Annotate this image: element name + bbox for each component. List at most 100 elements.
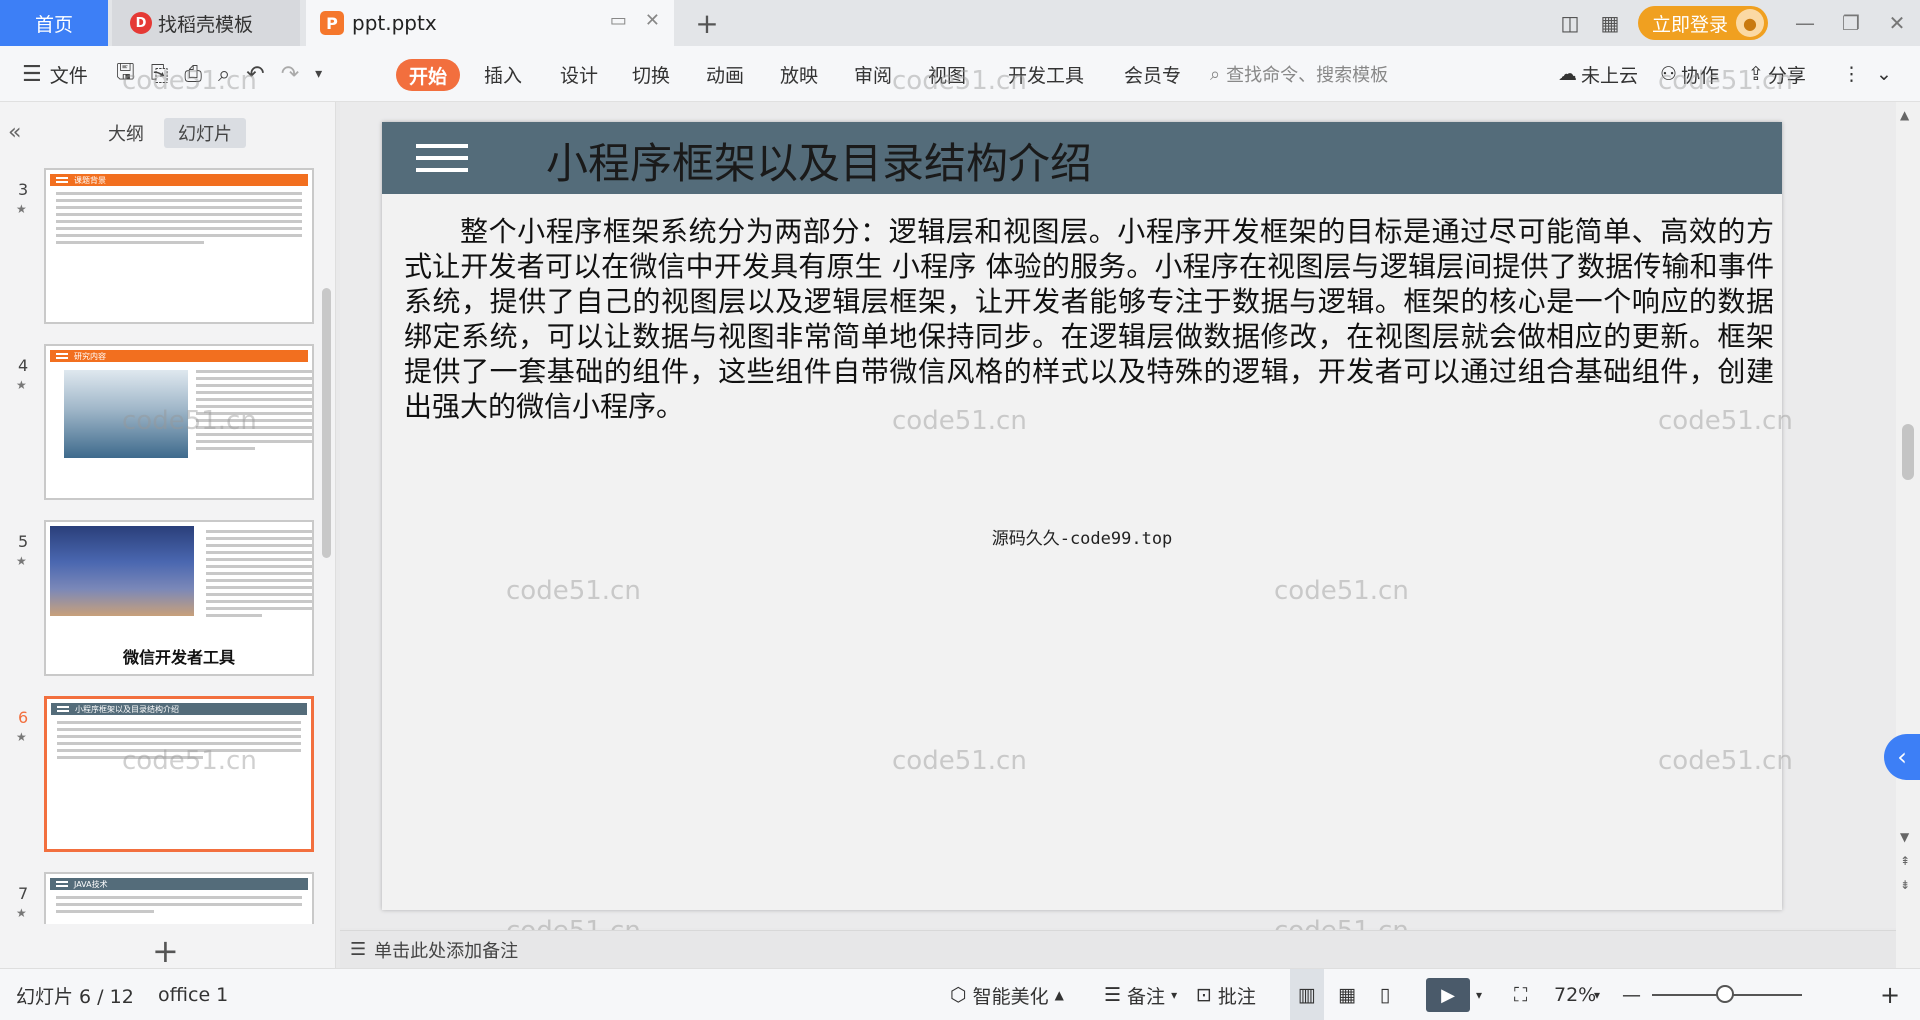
ribbon-tab-start[interactable]: 开始 xyxy=(396,59,460,91)
reading-mode-icon[interactable]: ◫ xyxy=(1550,0,1590,46)
quick-access-dropdown-icon[interactable]: ▾ xyxy=(315,66,322,82)
next-slide-icon[interactable]: ⇟ xyxy=(1900,878,1910,892)
slide-header-bar: 小程序框架以及目录结构介绍 xyxy=(382,122,1782,194)
new-tab-button[interactable]: + xyxy=(690,6,724,40)
animation-star-icon: ★ xyxy=(16,202,27,216)
slide-editor: 小程序框架以及目录结构介绍 整个小程序框架系统分为两部分：逻辑层和视图层。小程序… xyxy=(340,102,1896,928)
fit-window-icon[interactable]: ⛶ xyxy=(1514,969,1527,1020)
ribbon-tab-transition[interactable]: 切换 xyxy=(632,46,670,102)
tab-home[interactable]: 首页 xyxy=(0,0,108,46)
play-slideshow-button[interactable]: ▶ xyxy=(1426,978,1470,1012)
login-button[interactable]: 立即登录 ● xyxy=(1637,6,1768,40)
notes-toggle-label: 备注 xyxy=(1127,985,1166,1008)
thumb-title: 研究内容 xyxy=(74,351,106,361)
theme-name[interactable]: office 1 xyxy=(158,969,228,1020)
collaborate-button[interactable]: ⚇ 协作 xyxy=(1660,46,1719,102)
ribbon-tab-insert[interactable]: 插入 xyxy=(484,46,522,102)
animation-star-icon: ★ xyxy=(16,906,27,920)
thumb-text-lines xyxy=(206,530,312,621)
command-search[interactable]: ⌕ 查找命令、搜索模板 xyxy=(1210,58,1388,90)
scroll-down-icon[interactable]: ▼ xyxy=(1900,830,1909,844)
export-icon[interactable]: ⎘ xyxy=(151,62,169,87)
thumb-header: JAVA技术 xyxy=(50,878,308,890)
zoom-out-icon[interactable]: — xyxy=(1622,969,1641,1020)
ribbon-collapse-icon[interactable]: ⌄ xyxy=(1876,46,1892,102)
ribbon-tab-slideshow[interactable]: 放映 xyxy=(780,46,818,102)
print-icon[interactable]: ⎙ xyxy=(184,62,202,87)
slide-thumbnail[interactable]: 课题背景 xyxy=(44,168,314,324)
ribbon-more-icon[interactable]: › xyxy=(1174,46,1180,102)
slide-body-text[interactable]: 整个小程序框架系统分为两部分：逻辑层和视图层。小程序开发框架的目标是通过尽可能简… xyxy=(404,214,1774,424)
print-preview-icon[interactable]: ⌕ xyxy=(218,62,230,87)
ribbon-tab-design[interactable]: 设计 xyxy=(560,46,598,102)
current-slide[interactable]: 小程序框架以及目录结构介绍 整个小程序框架系统分为两部分：逻辑层和视图层。小程序… xyxy=(382,122,1782,910)
notes-placeholder: 单击此处添加备注 xyxy=(374,940,519,962)
close-window-icon[interactable]: ✕ xyxy=(1874,0,1920,46)
menu-bars-icon xyxy=(56,177,68,183)
slide-source-text[interactable]: 源码久久-code99.top xyxy=(382,524,1782,549)
thumb-number: 5 xyxy=(18,532,29,551)
slide-thumbnail-active[interactable]: 小程序框架以及目录结构介绍 xyxy=(44,696,314,852)
save-icon[interactable]: 🖫 xyxy=(116,55,135,93)
window-mode-icon[interactable]: ▭ xyxy=(610,10,627,31)
scrollbar-thumb[interactable] xyxy=(1902,424,1914,480)
play-options-dropdown-icon[interactable]: ▾ xyxy=(1476,969,1482,1020)
apps-grid-icon[interactable]: ▦ xyxy=(1590,0,1630,46)
zoom-level[interactable]: 72% xyxy=(1554,969,1596,1020)
thumb-number: 3 xyxy=(18,180,29,199)
ribbon-tab-view[interactable]: 视图 xyxy=(928,46,966,102)
ribbon-tab-developer[interactable]: 开发工具 xyxy=(1008,46,1084,102)
share-button[interactable]: ⇪ 分享 xyxy=(1748,46,1806,102)
slide-thumbnail[interactable]: JAVA技术 xyxy=(44,872,314,924)
zoom-dropdown-icon[interactable]: ▾ xyxy=(1594,969,1600,1020)
tab-outline[interactable]: 大纲 xyxy=(96,118,156,148)
add-slide-icon[interactable]: + xyxy=(152,932,179,970)
share-icon: ⇪ xyxy=(1748,63,1764,85)
zoom-slider-handle[interactable] xyxy=(1716,985,1734,1003)
tab-docer-label: 找稻壳模板 xyxy=(158,13,254,36)
notes-toggle-icon: ☰ xyxy=(1104,984,1122,1006)
notes-toggle-button[interactable]: ☰ 备注 ▾ xyxy=(1104,969,1177,1020)
thumb-title: JAVA技术 xyxy=(74,879,108,889)
tab-document[interactable]: P ppt.pptx ▭ ✕ xyxy=(306,0,674,46)
prev-slide-icon[interactable]: ⇞ xyxy=(1900,854,1910,868)
thumb-header: 课题背景 xyxy=(50,174,308,186)
normal-view-icon[interactable]: ▥ xyxy=(1290,969,1324,1020)
thumb-text-lines xyxy=(56,192,302,244)
slide-thumbnail[interactable]: 微信开发者工具 xyxy=(44,520,314,676)
thumb-caption: 微信开发者工具 xyxy=(122,648,235,667)
login-label: 立即登录 xyxy=(1651,13,1728,36)
beautify-label: 智能美化 xyxy=(972,985,1049,1008)
ribbon-tab-review[interactable]: 审阅 xyxy=(854,46,892,102)
tab-docer-templates[interactable]: D 找稻壳模板 xyxy=(112,0,300,46)
notes-icon: ☰ xyxy=(350,939,367,960)
undo-icon[interactable]: ↶ xyxy=(246,62,264,87)
scroll-up-icon[interactable]: ▲ xyxy=(1900,108,1909,122)
restore-icon[interactable]: ❐ xyxy=(1828,0,1874,46)
slide-title[interactable]: 小程序框架以及目录结构介绍 xyxy=(546,130,1092,191)
editor-scrollbar[interactable]: ▲ ▼ ⇞ ⇟ xyxy=(1896,102,1920,968)
notes-pane[interactable]: ☰ 单击此处添加备注 xyxy=(340,930,1896,968)
smart-beautify-button[interactable]: ⬡ 智能美化 ▲ xyxy=(950,969,1064,1020)
reading-view-icon[interactable]: ▯ xyxy=(1370,969,1400,1020)
slide-thumbnail[interactable]: 研究内容 xyxy=(44,344,314,500)
minimize-icon[interactable]: — xyxy=(1782,0,1828,46)
thumbnail-scrollbar[interactable] xyxy=(322,288,331,558)
cloud-icon: ☁ xyxy=(1558,63,1577,85)
file-menu-label: 文件 xyxy=(49,64,88,87)
file-menu-button[interactable]: ☰ 文件 xyxy=(22,46,88,102)
ppt-file-icon: P xyxy=(320,11,344,35)
comment-icon: ⊡ xyxy=(1196,984,1212,1006)
zoom-in-icon[interactable]: + xyxy=(1880,969,1900,1020)
redo-icon[interactable]: ↷ xyxy=(281,62,299,87)
cloud-status-button[interactable]: ☁ 未上云 xyxy=(1558,46,1638,102)
collapse-panel-icon[interactable]: « xyxy=(8,120,21,145)
comments-button[interactable]: ⊡ 批注 xyxy=(1196,969,1256,1020)
menu-bars-icon xyxy=(56,353,68,359)
close-tab-icon[interactable]: ✕ xyxy=(645,10,660,31)
slide-sorter-icon[interactable]: ▦ xyxy=(1332,969,1362,1020)
more-options-icon[interactable]: ⋮ xyxy=(1842,46,1861,102)
animation-star-icon: ★ xyxy=(16,554,27,568)
ribbon-tab-animation[interactable]: 动画 xyxy=(706,46,744,102)
tab-slides[interactable]: 幻灯片 xyxy=(164,118,246,148)
